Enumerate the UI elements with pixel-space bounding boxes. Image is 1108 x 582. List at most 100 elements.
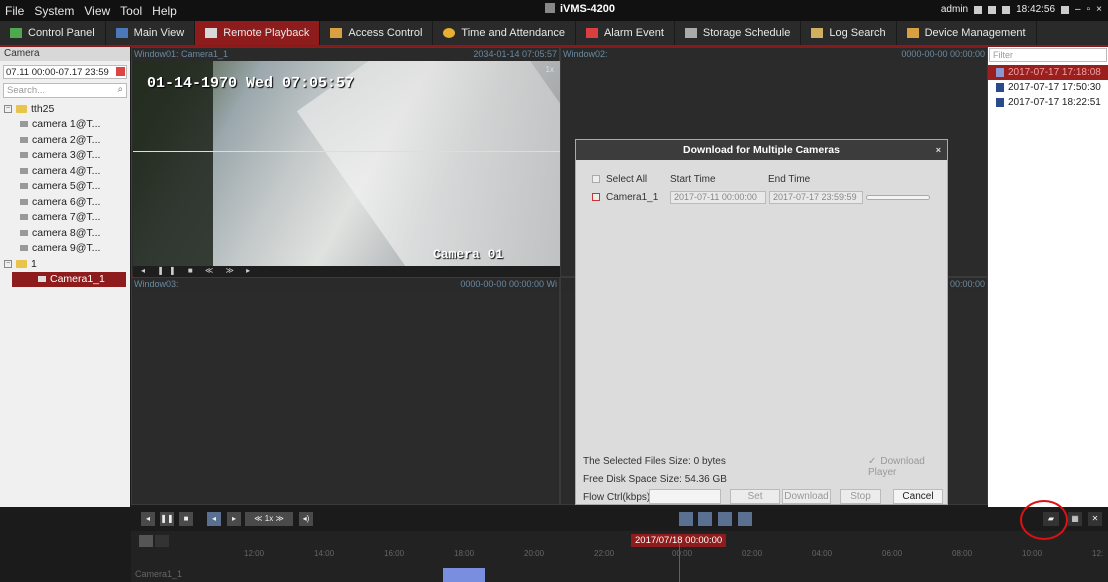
tab-remote-playback[interactable]: Remote Playback	[195, 21, 321, 45]
select-all-checkbox[interactable]: Select All	[592, 174, 647, 185]
timeline-tick: 18:00	[454, 549, 475, 558]
minimize-icon[interactable]: –	[1075, 4, 1081, 15]
playback-window-1[interactable]: Window01: Camera1_1 2034-01-14 07:05:57 0…	[131, 47, 560, 277]
cancel-button[interactable]: Cancel	[893, 489, 943, 504]
menu-file[interactable]: File	[5, 4, 24, 18]
window-1-controls[interactable]: ◂ ❚❚ ■ ≪ ≫ ▸	[133, 266, 560, 277]
timeline-expand-icon[interactable]	[139, 535, 153, 547]
tab-device-management[interactable]: Device Management	[897, 21, 1037, 45]
checkbox-icon[interactable]	[592, 193, 600, 201]
checkbox-icon[interactable]	[592, 175, 600, 183]
volume-button[interactable]: ◂)	[299, 512, 313, 526]
filter-input[interactable]: Filter	[989, 48, 1107, 62]
download-button[interactable]: Download	[782, 489, 831, 504]
folder-icon	[16, 104, 27, 113]
timeline-tick: 08:00	[952, 549, 973, 558]
date-range-field[interactable]: 07.11 00:00-07.17 23:59	[3, 65, 127, 79]
tree-camera-selected[interactable]: Camera1_1	[12, 271, 126, 287]
tab-time-attendance[interactable]: Time and Attendance	[433, 21, 576, 45]
free-space-label: Free Disk Space Size: 54.36 GB	[583, 474, 727, 485]
playback-window-3[interactable]: Window03: 0000-00-00 00:00:00 Wi	[131, 277, 560, 505]
tree-camera-item[interactable]: camera 1@T...	[0, 117, 130, 133]
pause-button[interactable]: ❚❚	[160, 512, 174, 526]
timeline-tick: 14:00	[314, 549, 335, 558]
tree-group-1[interactable]: −1	[0, 256, 130, 272]
timeline-tick: 12:	[1092, 549, 1104, 558]
timeline-tick: 06:00	[882, 549, 903, 558]
menu-system[interactable]: System	[34, 4, 74, 18]
camera-icon	[20, 121, 28, 128]
set-button[interactable]: Set	[730, 489, 780, 504]
tab-alarm-event[interactable]: Alarm Event	[576, 21, 675, 45]
close-all-icon[interactable]: ✕	[1088, 512, 1102, 526]
clip-icon[interactable]	[679, 512, 693, 526]
record-item[interactable]: 2017-07-17 17:50:30	[988, 80, 1108, 95]
tree-camera-item[interactable]: camera 2@T...	[0, 132, 130, 148]
timeline[interactable]: 2017/07/18 00:00:00 12:00 14:00 16:00 18…	[131, 531, 1108, 582]
search-icon[interactable]: ⌕	[118, 84, 123, 95]
speed-control[interactable]: ≪ 1x ≫	[245, 512, 293, 526]
menu-view[interactable]: View	[84, 4, 110, 18]
record-item[interactable]: 2017-07-17 18:22:51	[988, 95, 1108, 110]
timeline-tick: 22:00	[594, 549, 615, 558]
calendar-icon[interactable]	[116, 67, 125, 76]
tree-camera-item[interactable]: camera 7@T...	[0, 210, 130, 226]
tab-log-search[interactable]: Log Search	[801, 21, 897, 45]
tab-main-view[interactable]: Main View	[106, 21, 196, 45]
tree-camera-item[interactable]: camera 5@T...	[0, 179, 130, 195]
single-frame-button[interactable]: ▸	[227, 512, 241, 526]
tag-icon[interactable]	[738, 512, 752, 526]
osd-timestamp: 01-14-1970 Wed 07:05:57	[147, 75, 355, 92]
lock-icon[interactable]	[1061, 5, 1070, 14]
prev-frame-button[interactable]: ◂	[141, 512, 155, 526]
tab-control-panel[interactable]: Control Panel	[0, 21, 106, 45]
collapse-icon[interactable]: −	[4, 259, 12, 268]
download-icon[interactable]	[718, 512, 732, 526]
stop-button[interactable]: ■	[179, 512, 193, 526]
tree-camera-item[interactable]: camera 4@T...	[0, 163, 130, 179]
camera-icon	[38, 276, 46, 283]
device-management-icon	[906, 28, 919, 38]
end-time-field[interactable]: 2017-07-17 23:59:59	[769, 191, 863, 204]
access-control-icon	[330, 28, 343, 38]
close-icon[interactable]: ×	[936, 140, 941, 160]
camera-checkbox[interactable]: Camera1_1	[592, 192, 658, 203]
time-attendance-icon	[443, 28, 456, 38]
tree-camera-item[interactable]: camera 6@T...	[0, 194, 130, 210]
recording-segment[interactable]	[443, 568, 485, 582]
timeline-collapse-icon[interactable]	[155, 535, 169, 547]
tab-storage-schedule[interactable]: Storage Schedule	[675, 21, 802, 45]
start-time-field[interactable]: 2017-07-11 00:00:00	[670, 191, 766, 204]
menu-tool[interactable]: Tool	[120, 4, 142, 18]
top-right-status: admin 18:42:56 – ▫ ×	[941, 4, 1102, 15]
camera-search-input[interactable]: Search... ⌕	[3, 83, 127, 98]
camera-icon	[20, 136, 28, 143]
snapshot-icon[interactable]	[698, 512, 712, 526]
collapse-icon[interactable]: −	[4, 104, 12, 113]
tree-group-tth25[interactable]: − tth25	[0, 101, 130, 117]
start-time-header: Start Time	[670, 174, 716, 185]
speed-indicator: 1x	[545, 65, 554, 74]
tree-camera-item[interactable]: camera 3@T...	[0, 148, 130, 164]
close-icon[interactable]: ×	[1096, 4, 1102, 15]
settings-icon[interactable]	[974, 5, 983, 14]
tab-access-control[interactable]: Access Control	[320, 21, 434, 45]
video-frame[interactable]: 01-14-1970 Wed 07:05:57 Camera 01 1x	[133, 61, 560, 266]
timeline-tick: 20:00	[524, 549, 545, 558]
user-label[interactable]: admin	[941, 4, 968, 15]
reverse-play-button[interactable]: ◂	[207, 512, 221, 526]
calendar-icon[interactable]	[1002, 5, 1011, 14]
stop-button[interactable]: Stop	[840, 489, 881, 504]
menu-help[interactable]: Help	[152, 4, 177, 18]
check-icon[interactable]: ✓	[868, 456, 876, 467]
restore-icon[interactable]: ▫	[1087, 4, 1091, 15]
layout-icon[interactable]: ▦	[1068, 512, 1082, 526]
flow-ctrl-input[interactable]	[649, 489, 721, 504]
tree-camera-item[interactable]: camera 9@T...	[0, 241, 130, 257]
end-time-header: End Time	[768, 174, 811, 185]
camera-tree-panel: Camera 07.11 00:00-07.17 23:59 Search...…	[0, 47, 130, 507]
record-item[interactable]: 2017-07-17 17:18:08	[988, 65, 1108, 80]
tree-camera-item[interactable]: camera 8@T...	[0, 225, 130, 241]
download-player-checkbox[interactable]: ✓ Download Player	[868, 456, 947, 478]
screen-icon[interactable]	[988, 5, 997, 14]
